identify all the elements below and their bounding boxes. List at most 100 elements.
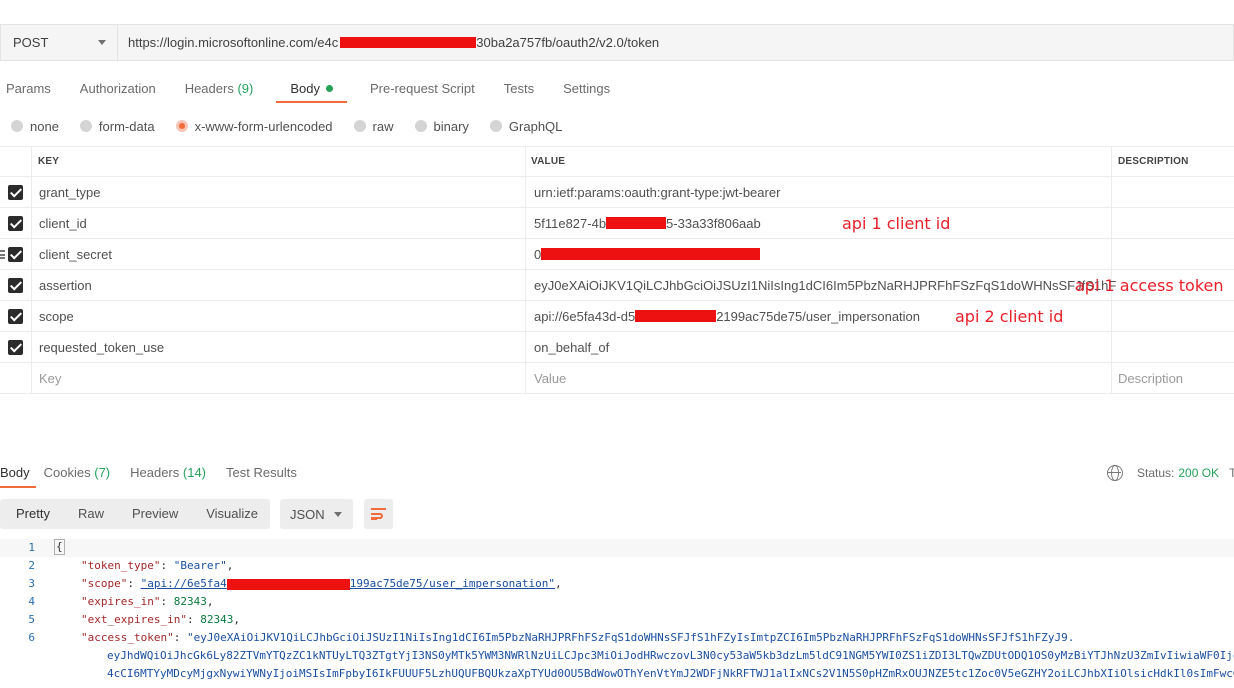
- view-pretty-button[interactable]: Pretty: [2, 499, 64, 529]
- method-select[interactable]: POST: [0, 24, 117, 61]
- row-value[interactable]: 0: [526, 239, 1112, 269]
- tab-headers[interactable]: Headers (9): [179, 75, 260, 103]
- radio-binary[interactable]: binary: [414, 119, 469, 134]
- status-value[interactable]: 200 OK: [1178, 466, 1219, 480]
- radio-none[interactable]: none: [11, 119, 59, 134]
- table-row: client_id 5f11e827-4b 5-33a33f806aab api …: [0, 208, 1234, 239]
- request-tabs: Params Authorization Headers (9) Body Pr…: [0, 75, 633, 105]
- redaction-mark: [340, 37, 477, 48]
- code-line: 6 "access_token": "eyJ0eXAiOiJKV1QiLCJhb…: [28, 631, 1075, 644]
- modified-dot-icon: [325, 85, 333, 93]
- radio-icon: [353, 120, 366, 132]
- radio-x-www-form-urlencoded[interactable]: x-www-form-urlencoded: [175, 119, 333, 134]
- view-mode-segment: Pretty Raw Preview Visualize: [0, 499, 270, 529]
- tab-cookies[interactable]: Cookies (7): [44, 460, 110, 488]
- radio-icon: [489, 120, 502, 132]
- globe-icon[interactable]: [1107, 465, 1123, 481]
- table-row: assertion eyJ0eXAiOiJKV1QiLCJhbGciOiJSUz…: [0, 270, 1234, 301]
- tab-tests[interactable]: Tests: [498, 75, 540, 103]
- checkbox-checked-icon[interactable]: [8, 184, 23, 200]
- row-value[interactable]: api://6e5fa43d-d5 2199ac75de75/user_imper…: [526, 301, 1112, 331]
- table-row: grant_type urn:ietf:params:oauth:grant-t…: [0, 177, 1234, 208]
- radio-raw[interactable]: raw: [353, 119, 394, 134]
- tab-authorization[interactable]: Authorization: [74, 75, 162, 103]
- checkbox-checked-icon[interactable]: [8, 215, 23, 231]
- tab-params[interactable]: Params: [0, 75, 57, 103]
- code-line: 3 "scope": "api://6e5fa4 199ac75de75/user…: [28, 577, 562, 590]
- row-value[interactable]: eyJ0eXAiOiJKV1QiLCJhbGciOiJSUzI1NiIsIng1…: [526, 270, 1224, 300]
- method-label: POST: [13, 35, 49, 50]
- row-value[interactable]: on_behalf_of: [526, 332, 1112, 362]
- row-description[interactable]: [1112, 208, 1234, 238]
- view-preview-button[interactable]: Preview: [118, 499, 192, 529]
- view-visualize-button[interactable]: Visualize: [192, 499, 272, 529]
- tab-test-results[interactable]: Test Results: [226, 460, 297, 488]
- radio-icon: [414, 120, 427, 132]
- radio-form-data[interactable]: form-data: [79, 119, 155, 134]
- code-line: 1 {: [0, 539, 1234, 557]
- header-value: VALUE: [526, 147, 1112, 176]
- body-type-radios: none form-data x-www-form-urlencoded raw…: [11, 117, 583, 135]
- tab-response-headers[interactable]: Headers (14): [130, 460, 206, 488]
- response-tabs: Body Cookies (7) Headers (14) Test Resul…: [0, 460, 317, 490]
- chevron-down-icon: [98, 40, 106, 45]
- redaction-mark: [606, 217, 667, 229]
- response-toolbar: Pretty Raw Preview Visualize JSON: [0, 499, 393, 529]
- checkbox-checked-icon[interactable]: [8, 339, 23, 355]
- radio-graphql[interactable]: GraphQL: [489, 119, 562, 134]
- annotation-client-id: api 1 client id: [842, 214, 951, 233]
- header-key: KEY: [32, 147, 526, 176]
- tab-settings[interactable]: Settings: [557, 75, 616, 103]
- response-status: Status: 200 OK T: [1107, 464, 1234, 482]
- response-body-editor[interactable]: 1 { 2 "token_type": "Bearer", 3 "scope":…: [0, 539, 1234, 688]
- checkbox-checked-icon[interactable]: [8, 277, 23, 293]
- header-description: DESCRIPTION: [1118, 156, 1189, 167]
- row-description[interactable]: [1112, 177, 1234, 207]
- row-key[interactable]: client_id: [32, 208, 526, 238]
- url-suffix: 30ba2a757fb/oauth2/v2.0/token: [476, 35, 660, 50]
- row-description[interactable]: [1112, 332, 1234, 362]
- redaction-mark: [635, 310, 717, 322]
- format-select[interactable]: JSON: [280, 499, 353, 529]
- row-value[interactable]: 5f11e827-4b 5-33a33f806aab api 1 client i…: [526, 208, 1112, 238]
- url-input[interactable]: https://login.microsoftonline.com/e4c 30b…: [117, 24, 1234, 61]
- wrap-lines-button[interactable]: [364, 499, 393, 529]
- redaction-mark: [226, 578, 350, 590]
- annotation-access-token: api 1 access token: [1075, 276, 1224, 295]
- headers-count: (9): [237, 81, 254, 96]
- checkbox-checked-icon[interactable]: [8, 308, 23, 324]
- code-line: 4 "expires_in": 82343,: [28, 595, 214, 608]
- tab-pre-request-script[interactable]: Pre-request Script: [364, 75, 481, 103]
- drag-handle-icon[interactable]: [0, 250, 5, 259]
- view-raw-button[interactable]: Raw: [64, 499, 118, 529]
- code-line: 5 "ext_expires_in": 82343,: [28, 613, 240, 626]
- params-table: KEY VALUE DESCRIPTION grant_type urn:iet…: [0, 146, 1234, 394]
- table-row: requested_token_use on_behalf_of: [0, 332, 1234, 363]
- radio-selected-icon: [175, 120, 188, 132]
- new-key-input[interactable]: Key: [32, 363, 526, 393]
- row-key[interactable]: grant_type: [32, 177, 526, 207]
- radio-icon: [11, 120, 23, 132]
- row-value[interactable]: urn:ietf:params:oauth:grant-type:jwt-bea…: [526, 177, 1112, 207]
- redaction-mark: [541, 248, 761, 260]
- time-label-truncated: T: [1229, 466, 1234, 480]
- tab-body[interactable]: Body: [276, 75, 347, 103]
- code-line: 2 "token_type": "Bearer",: [28, 559, 234, 572]
- radio-icon: [79, 120, 92, 132]
- table-row: scope api://6e5fa43d-d5 2199ac75de75/user…: [0, 301, 1234, 332]
- checkbox-checked-icon[interactable]: [8, 246, 23, 262]
- table-header: KEY VALUE DESCRIPTION: [0, 146, 1234, 177]
- code-line: 4cCI6MTYyMDcyMjgxNywiYWNyIjoiMSIsImFpbyI…: [107, 667, 1234, 680]
- row-key[interactable]: scope: [32, 301, 526, 331]
- new-description-input[interactable]: Description: [1112, 363, 1234, 393]
- new-value-input[interactable]: Value: [526, 363, 1112, 393]
- table-row: client_secret 0: [0, 239, 1234, 270]
- row-description[interactable]: [1112, 301, 1234, 331]
- row-key[interactable]: client_secret: [32, 239, 526, 269]
- annotation-api2-client-id: api 2 client id: [955, 307, 1064, 326]
- row-key[interactable]: requested_token_use: [32, 332, 526, 362]
- status-label: Status:: [1137, 466, 1175, 480]
- row-key[interactable]: assertion: [32, 270, 526, 300]
- row-description[interactable]: [1112, 239, 1234, 269]
- tab-response-body[interactable]: Body: [0, 460, 36, 488]
